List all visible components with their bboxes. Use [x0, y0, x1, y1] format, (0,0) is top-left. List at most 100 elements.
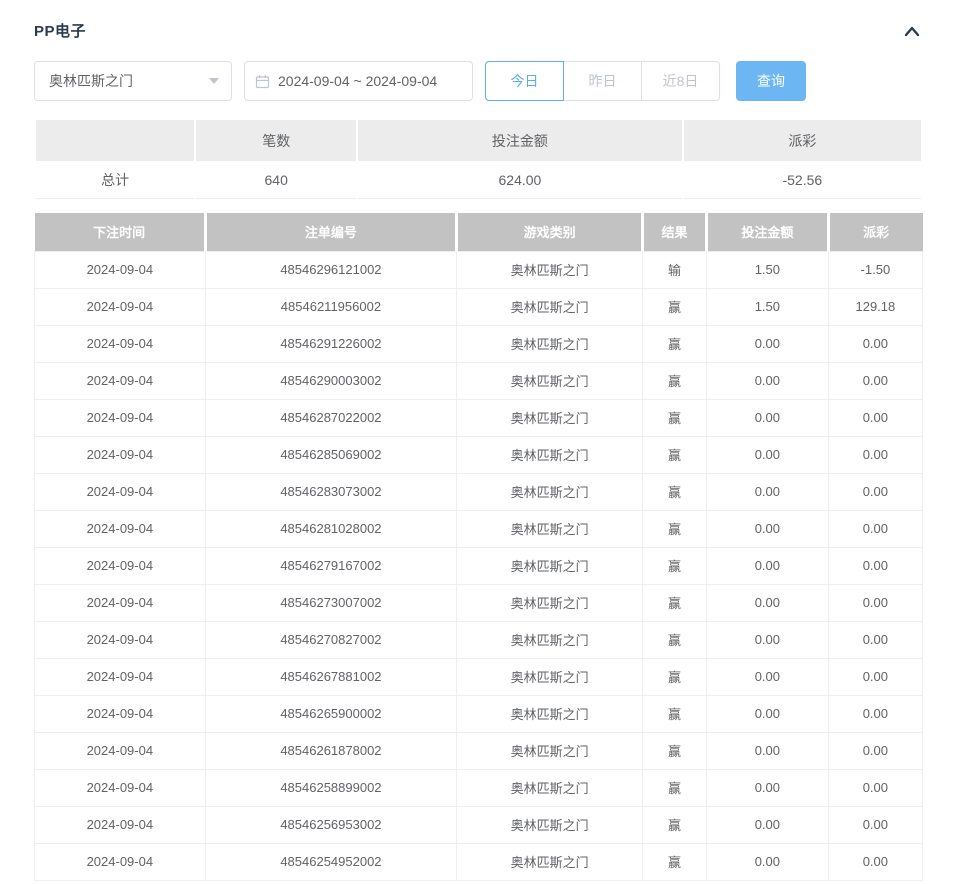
summary-total-label: 总计 — [36, 161, 194, 199]
table-row: 2024-09-04 48546270827002 奥林匹斯之门 赢 0.00 … — [35, 621, 923, 658]
cell-bet-time: 2024-09-04 — [35, 843, 206, 880]
cell-result: 赢 — [642, 510, 706, 547]
cell-order-number: 48546285069002 — [205, 436, 457, 473]
table-row: 2024-09-04 48546265900002 奥林匹斯之门 赢 0.00 … — [35, 695, 923, 732]
cell-payout: 0.00 — [828, 584, 922, 621]
table-row: 2024-09-04 48546290003002 奥林匹斯之门 赢 0.00 … — [35, 362, 923, 399]
cell-order-number: 48546290003002 — [205, 362, 457, 399]
cell-payout: -1.50 — [828, 251, 922, 288]
cell-payout: 0.00 — [828, 806, 922, 843]
cell-game-type: 奥林匹斯之门 — [457, 325, 643, 362]
cell-game-type: 奥林匹斯之门 — [457, 769, 643, 806]
cell-payout: 0.00 — [828, 769, 922, 806]
cell-bet-time: 2024-09-04 — [35, 251, 206, 288]
summary-table: 笔数 投注金额 派彩 总计 640 624.00 -52.56 — [34, 120, 923, 199]
table-row: 2024-09-04 48546211956002 奥林匹斯之门 赢 1.50 … — [35, 288, 923, 325]
cell-bet-time: 2024-09-04 — [35, 806, 206, 843]
cell-bet-time: 2024-09-04 — [35, 510, 206, 547]
cell-order-number: 48546279167002 — [205, 547, 457, 584]
table-row: 2024-09-04 48546256953002 奥林匹斯之门 赢 0.00 … — [35, 806, 923, 843]
cell-bet-amount: 1.50 — [706, 251, 828, 288]
cell-bet-time: 2024-09-04 — [35, 658, 206, 695]
cell-order-number: 48546265900002 — [205, 695, 457, 732]
query-button[interactable]: 查询 — [736, 61, 806, 101]
cell-order-number: 48546270827002 — [205, 621, 457, 658]
summary-header-bet-amount: 投注金额 — [358, 120, 681, 161]
table-row: 2024-09-04 48546273007002 奥林匹斯之门 赢 0.00 … — [35, 584, 923, 621]
table-row: 2024-09-04 48546296121002 奥林匹斯之门 输 1.50 … — [35, 251, 923, 288]
cell-result: 输 — [642, 251, 706, 288]
cell-bet-amount: 0.00 — [706, 806, 828, 843]
col-header-bet-time: 下注时间 — [35, 213, 206, 251]
today-button[interactable]: 今日 — [485, 61, 564, 101]
cell-game-type: 奥林匹斯之门 — [457, 251, 643, 288]
cell-bet-amount: 0.00 — [706, 732, 828, 769]
summary-header-payout: 派彩 — [684, 120, 921, 161]
summary-header-blank — [36, 120, 194, 161]
cell-payout: 0.00 — [828, 658, 922, 695]
collapse-button[interactable] — [901, 23, 923, 39]
quick-date-button-group: 今日 昨日 近8日 — [485, 61, 720, 101]
cell-result: 赢 — [642, 769, 706, 806]
cell-bet-time: 2024-09-04 — [35, 288, 206, 325]
col-header-result: 结果 — [642, 213, 706, 251]
calendar-icon — [255, 74, 270, 89]
cell-payout: 0.00 — [828, 399, 922, 436]
table-row: 2024-09-04 48546287022002 奥林匹斯之门 赢 0.00 … — [35, 399, 923, 436]
cell-payout: 0.00 — [828, 621, 922, 658]
cell-game-type: 奥林匹斯之门 — [457, 399, 643, 436]
last-8-days-button[interactable]: 近8日 — [641, 61, 720, 101]
table-row: 2024-09-04 48546258899002 奥林匹斯之门 赢 0.00 … — [35, 769, 923, 806]
cell-bet-time: 2024-09-04 — [35, 436, 206, 473]
cell-order-number: 48546296121002 — [205, 251, 457, 288]
cell-order-number: 48546291226002 — [205, 325, 457, 362]
yesterday-button[interactable]: 昨日 — [563, 61, 642, 101]
game-select-value: 奥林匹斯之门 — [49, 71, 133, 91]
cell-bet-time: 2024-09-04 — [35, 621, 206, 658]
cell-bet-time: 2024-09-04 — [35, 584, 206, 621]
section-header: PP电子 — [34, 0, 923, 41]
date-range-input[interactable]: 2024-09-04 ~ 2024-09-04 — [244, 61, 473, 101]
col-header-game-type: 游戏类别 — [457, 213, 643, 251]
cell-payout: 0.00 — [828, 473, 922, 510]
summary-header-row: 笔数 投注金额 派彩 — [36, 120, 921, 161]
summary-total-count: 640 — [196, 161, 356, 199]
cell-bet-amount: 0.00 — [706, 362, 828, 399]
cell-game-type: 奥林匹斯之门 — [457, 547, 643, 584]
cell-order-number: 48546256953002 — [205, 806, 457, 843]
cell-bet-time: 2024-09-04 — [35, 732, 206, 769]
cell-result: 赢 — [642, 399, 706, 436]
cell-order-number: 48546258899002 — [205, 769, 457, 806]
cell-result: 赢 — [642, 806, 706, 843]
summary-total-bet-amount: 624.00 — [358, 161, 681, 199]
cell-result: 赢 — [642, 584, 706, 621]
cell-bet-time: 2024-09-04 — [35, 547, 206, 584]
cell-game-type: 奥林匹斯之门 — [457, 436, 643, 473]
cell-bet-amount: 0.00 — [706, 658, 828, 695]
cell-bet-time: 2024-09-04 — [35, 325, 206, 362]
cell-game-type: 奥林匹斯之门 — [457, 806, 643, 843]
table-row: 2024-09-04 48546291226002 奥林匹斯之门 赢 0.00 … — [35, 325, 923, 362]
cell-result: 赢 — [642, 621, 706, 658]
cell-result: 赢 — [642, 436, 706, 473]
cell-bet-amount: 0.00 — [706, 695, 828, 732]
game-select[interactable]: 奥林匹斯之门 — [34, 61, 232, 101]
bet-records-table: 下注时间 注单编号 游戏类别 结果 投注金额 派彩 2024-09-04 485… — [34, 213, 923, 881]
summary-total-payout: -52.56 — [684, 161, 921, 199]
cell-game-type: 奥林匹斯之门 — [457, 732, 643, 769]
date-range-value: 2024-09-04 ~ 2024-09-04 — [278, 73, 437, 89]
cell-game-type: 奥林匹斯之门 — [457, 510, 643, 547]
cell-game-type: 奥林匹斯之门 — [457, 584, 643, 621]
cell-result: 赢 — [642, 695, 706, 732]
page-title: PP电子 — [34, 20, 86, 41]
table-row: 2024-09-04 48546279167002 奥林匹斯之门 赢 0.00 … — [35, 547, 923, 584]
cell-result: 赢 — [642, 288, 706, 325]
table-row: 2024-09-04 48546261878002 奥林匹斯之门 赢 0.00 … — [35, 732, 923, 769]
chevron-down-icon — [209, 78, 219, 84]
cell-bet-amount: 0.00 — [706, 399, 828, 436]
cell-bet-amount: 0.00 — [706, 621, 828, 658]
filter-bar: 奥林匹斯之门 2024-09-04 ~ 2024-09-04 今日 昨日 近8日… — [34, 61, 923, 101]
cell-game-type: 奥林匹斯之门 — [457, 288, 643, 325]
cell-order-number: 48546211956002 — [205, 288, 457, 325]
cell-result: 赢 — [642, 547, 706, 584]
